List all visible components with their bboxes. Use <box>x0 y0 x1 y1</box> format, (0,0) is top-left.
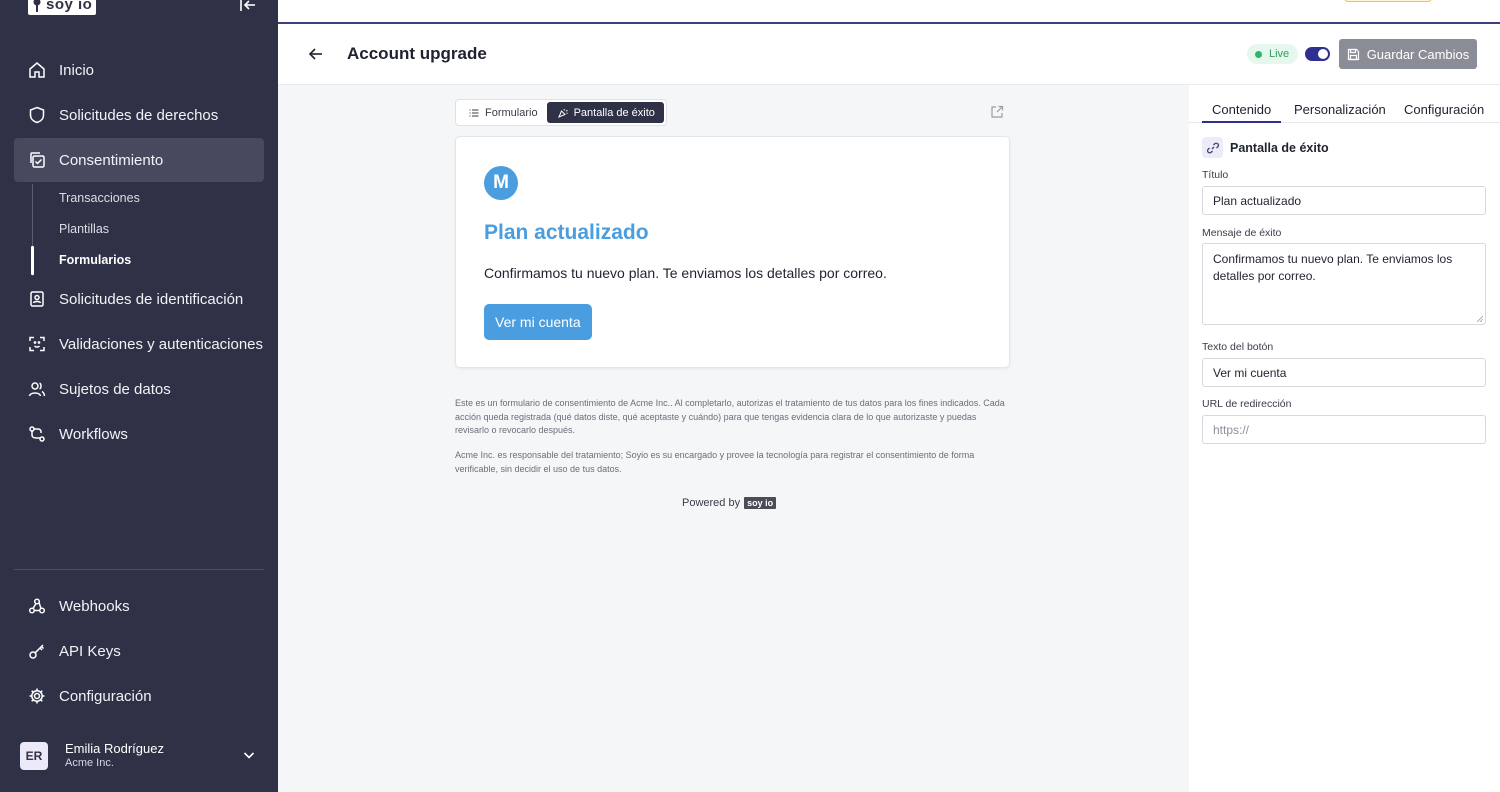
nav-item-solicitudes-derechos[interactable]: Solicitudes de derechos <box>14 93 264 137</box>
success-card: M Plan actualizado Confirmamos tu nuevo … <box>455 136 1010 368</box>
home-icon <box>29 62 45 78</box>
live-toggle[interactable] <box>1305 47 1330 61</box>
logo-text: soy io <box>46 0 93 13</box>
workflow-route-icon <box>29 426 45 442</box>
nav-label: Solicitudes de derechos <box>59 106 219 124</box>
redirect-url-field-label: URL de redirección <box>1202 398 1292 410</box>
tab-label: Formulario <box>485 106 538 119</box>
shield-icon <box>29 106 45 124</box>
section-header: Pantalla de éxito <box>1202 137 1329 158</box>
title-field-label: Título <box>1202 169 1229 181</box>
powered-by-logo: soy io <box>744 497 777 509</box>
message-textarea[interactable]: Confirmamos tu nuevo plan. Te enviamos l… <box>1202 243 1486 325</box>
top-action-button[interactable] <box>1344 0 1432 2</box>
nav-item-workflows[interactable]: Workflows <box>14 412 264 456</box>
nav-item-solicitudes-identificacion[interactable]: Solicitudes de identificación <box>14 277 264 321</box>
section-title: Pantalla de éxito <box>1230 140 1329 155</box>
subnav-item-formularios[interactable]: Formularios <box>59 253 131 267</box>
form-preview: Formulario Pantalla de éxito M Plan actu… <box>278 85 1189 792</box>
tab-contenido[interactable]: Contenido <box>1212 102 1271 117</box>
button-text-field-label: Texto del botón <box>1202 341 1274 353</box>
nav-item-consentimiento[interactable]: Consentimiento <box>14 138 264 182</box>
settings-panel: Contenido Personalización Configuración … <box>1189 85 1500 792</box>
external-link-icon[interactable] <box>990 105 1004 119</box>
id-card-icon <box>30 291 44 307</box>
save-button-label: Guardar Cambios <box>1366 46 1470 62</box>
sidebar: soy io Inicio Solicitudes de derechos Co… <box>0 0 278 792</box>
subnav-item-transacciones[interactable]: Transacciones <box>59 191 140 205</box>
save-icon <box>1347 48 1359 60</box>
nav-item-configuracion[interactable]: Configuración <box>14 674 264 718</box>
users-icon <box>28 382 46 397</box>
nav-label: Solicitudes de identificación <box>59 290 244 308</box>
nav-label: Inicio <box>59 61 95 79</box>
status-badge-label: Live <box>1269 48 1290 60</box>
tab-label: Pantalla de éxito <box>573 106 655 119</box>
live-dot-icon <box>1255 50 1262 58</box>
title-input[interactable]: Plan actualizado <box>1202 186 1486 215</box>
gear-icon <box>29 688 45 704</box>
webhook-icon <box>28 598 46 614</box>
nav-label: Consentimiento <box>59 151 164 169</box>
save-changes-button[interactable]: Guardar Cambios <box>1339 39 1477 69</box>
sidebar-divider <box>14 569 264 570</box>
collapse-sidebar-icon[interactable] <box>238 0 258 16</box>
key-icon <box>29 644 45 659</box>
active-tab-indicator <box>1202 121 1281 123</box>
message-field-label: Mensaje de éxito <box>1202 227 1282 239</box>
tab-formulario[interactable]: Formulario <box>458 102 547 123</box>
brand-logo: M <box>484 166 518 200</box>
nav-item-webhooks[interactable]: Webhooks <box>14 584 264 628</box>
nav-label: API Keys <box>59 642 121 660</box>
topbar <box>278 0 1500 24</box>
status-badge: Live <box>1247 44 1299 64</box>
panel-tabs: Contenido Personalización Configuración <box>1189 85 1500 123</box>
page-title: Account upgrade <box>347 44 487 63</box>
user-org: Acme Inc. <box>65 757 114 770</box>
nav-item-validaciones[interactable]: Validaciones y autenticaciones <box>14 322 264 366</box>
legal-text-2: Acme Inc. es responsable del tratamiento… <box>455 450 975 474</box>
powered-by: Powered by soy io <box>682 497 777 509</box>
message-textarea-value: Confirmamos tu nuevo plan. Te enviamos l… <box>1213 252 1453 283</box>
party-popper-icon <box>557 108 568 118</box>
button-text-input[interactable]: Ver mi cuenta <box>1202 358 1486 387</box>
redirect-url-input[interactable]: https:// <box>1202 415 1486 444</box>
consent-copy-check-icon <box>30 152 45 168</box>
tab-personalizacion[interactable]: Personalización <box>1294 102 1386 117</box>
preview-mode-switch: Formulario Pantalla de éxito <box>455 99 667 126</box>
nav-item-inicio[interactable]: Inicio <box>14 48 264 92</box>
nav-label: Workflows <box>59 425 128 443</box>
chevron-down-icon[interactable] <box>242 748 256 762</box>
success-title: Plan actualizado <box>484 221 649 244</box>
tab-configuracion[interactable]: Configuración <box>1404 102 1484 117</box>
user-menu[interactable]: ER Emilia Rodríguez Acme Inc. <box>20 740 260 772</box>
subnav-item-plantillas[interactable]: Plantillas <box>59 222 109 236</box>
nav-label: Validaciones y autenticaciones <box>59 335 264 353</box>
link-icon-box <box>1202 137 1223 158</box>
app-logo[interactable]: soy io <box>28 0 97 15</box>
face-scan-icon <box>29 336 45 352</box>
subnav-active-indicator <box>31 246 34 275</box>
nav-label: Sujetos de datos <box>59 380 171 398</box>
legal-text-1: Este es un formulario de consentimiento … <box>455 398 1005 435</box>
tab-pantalla-exito[interactable]: Pantalla de éxito <box>546 102 664 123</box>
page-header: Account upgrade Live Guardar Cambios <box>278 24 1500 85</box>
view-account-button[interactable]: Ver mi cuenta <box>484 304 592 340</box>
key-logo-icon <box>33 0 41 12</box>
list-icon <box>469 109 479 116</box>
user-name: Emilia Rodríguez <box>65 741 164 756</box>
nav-label: Configuración <box>59 687 152 705</box>
nav-item-api-keys[interactable]: API Keys <box>14 629 264 673</box>
powered-by-label: Powered by <box>682 497 741 509</box>
avatar: ER <box>20 742 48 770</box>
back-arrow-icon[interactable] <box>306 44 326 64</box>
success-message: Confirmamos tu nuevo plan. Te enviamos l… <box>484 265 887 281</box>
nav-item-sujetos-datos[interactable]: Sujetos de datos <box>14 367 264 411</box>
nav-label: Webhooks <box>59 597 130 615</box>
resize-handle-icon[interactable] <box>1476 315 1483 322</box>
link-icon <box>1206 142 1219 153</box>
